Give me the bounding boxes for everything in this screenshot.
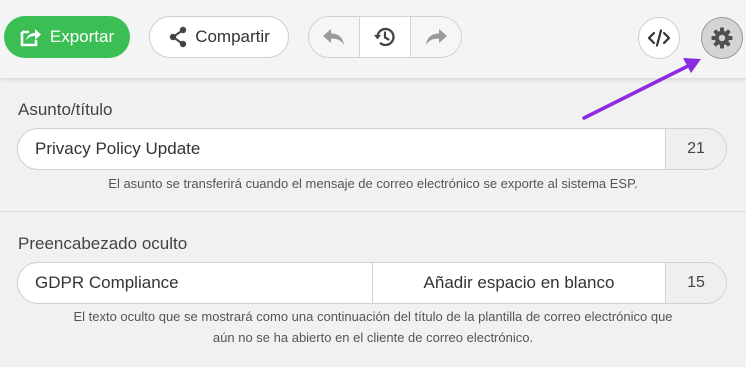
preheader-field: GDPR Compliance Añadir espacio en blanco…	[17, 262, 727, 304]
subject-hint: El asunto se transferirá cuando el mensa…	[108, 176, 638, 191]
subject-label: Asunto/título	[18, 100, 113, 119]
export-label: Exportar	[49, 27, 115, 46]
history-button[interactable]	[359, 17, 411, 57]
subject-field: Privacy Policy Update 21	[17, 128, 727, 170]
export-button[interactable]: Exportar	[4, 16, 130, 58]
history-controls	[308, 16, 462, 58]
code-icon	[647, 29, 671, 47]
preheader-label: Preencabezado oculto	[18, 234, 188, 253]
subject-section: Asunto/título Privacy Policy Update 21 E…	[0, 78, 746, 211]
subject-char-count: 21	[665, 129, 726, 169]
share-nodes-icon	[168, 26, 188, 48]
history-icon	[373, 25, 397, 49]
preheader-section: Preencabezado oculto GDPR Compliance Aña…	[0, 212, 746, 367]
preheader-hint-line-2: aún no se ha abierto en el cliente de co…	[212, 330, 534, 345]
undo-icon	[322, 28, 346, 46]
undo-button[interactable]	[309, 17, 359, 57]
redo-button[interactable]	[411, 17, 461, 57]
share-box-icon	[20, 27, 42, 47]
add-whitespace-button[interactable]: Añadir espacio en blanco	[372, 263, 665, 303]
preheader-input[interactable]: GDPR Compliance	[18, 263, 372, 303]
settings-button[interactable]	[701, 17, 743, 59]
gear-icon	[710, 26, 734, 50]
share-label: Compartir	[195, 27, 270, 46]
preheader-hint-line-1: El texto oculto que se mostrará como una…	[73, 309, 673, 324]
share-button[interactable]: Compartir	[149, 16, 289, 58]
code-view-button[interactable]	[638, 17, 680, 59]
subject-input[interactable]: Privacy Policy Update	[18, 129, 665, 169]
toolbar: Exportar Compartir	[0, 0, 746, 78]
redo-icon	[424, 28, 448, 46]
preheader-char-count: 15	[665, 263, 726, 303]
